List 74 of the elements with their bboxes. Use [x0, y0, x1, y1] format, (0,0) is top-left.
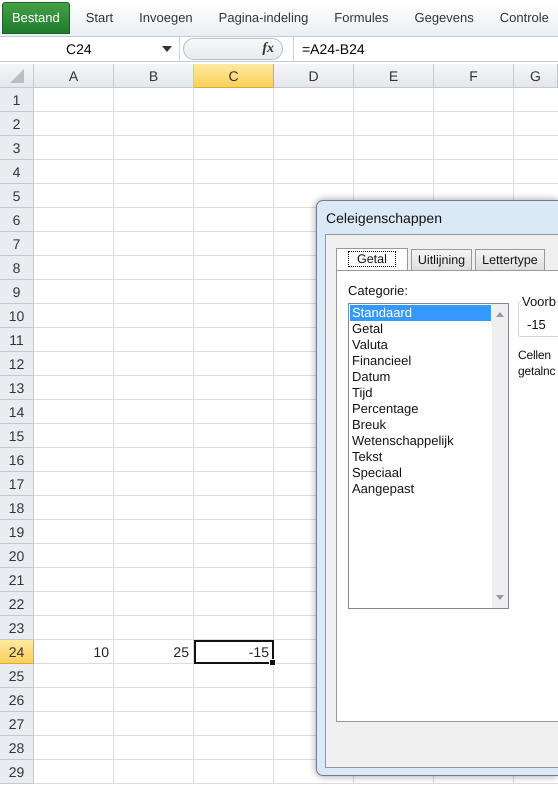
column-header[interactable]: A — [34, 64, 114, 88]
ribbon-tab[interactable]: Formules — [321, 3, 402, 33]
row-header[interactable]: 6 — [0, 208, 34, 232]
category-label: Categorie: — [348, 283, 409, 298]
row-header[interactable]: 23 — [0, 616, 34, 640]
column-header[interactable]: E — [354, 64, 434, 88]
name-box[interactable]: C24 — [0, 37, 180, 61]
row-header[interactable]: 5 — [0, 184, 34, 208]
scrollbar[interactable] — [492, 304, 508, 608]
sample-value: -15 — [527, 317, 546, 332]
row-header[interactable]: 11 — [0, 328, 34, 352]
dialog-tab[interactable]: Uitlijning — [410, 249, 472, 270]
description-line: getalnc — [518, 363, 556, 379]
row-header[interactable]: 14 — [0, 400, 34, 424]
insert-function-button[interactable]: fx — [183, 38, 283, 60]
row-header[interactable]: 26 — [0, 688, 34, 712]
list-item[interactable]: Getal — [350, 321, 491, 337]
list-item[interactable]: Speciaal — [350, 465, 491, 481]
row-header[interactable]: 13 — [0, 376, 34, 400]
column-header[interactable]: D — [274, 64, 354, 88]
column-header[interactable]: C — [194, 64, 274, 88]
column-header[interactable]: B — [114, 64, 194, 88]
row-header[interactable]: 12 — [0, 352, 34, 376]
row-header[interactable]: 18 — [0, 496, 34, 520]
row-header[interactable]: 15 — [0, 424, 34, 448]
scroll-down-icon[interactable] — [496, 595, 504, 600]
list-item[interactable]: Percentage — [350, 401, 491, 417]
formula-field[interactable]: =A24-B24 — [293, 37, 558, 61]
file-tab[interactable]: Bestand — [2, 2, 70, 34]
row-header[interactable]: 3 — [0, 136, 34, 160]
dialog-title: Celeigenschappen — [325, 209, 443, 228]
list-item[interactable]: Breuk — [350, 417, 491, 433]
row-header[interactable]: 29 — [0, 760, 34, 784]
scroll-up-icon[interactable] — [496, 312, 504, 317]
ribbon-tab[interactable]: Pagina-indeling — [206, 3, 322, 33]
row-header[interactable]: 27 — [0, 712, 34, 736]
description-line: Cellen — [518, 347, 552, 363]
row-header[interactable]: 8 — [0, 256, 34, 280]
row-header[interactable]: 1 — [0, 88, 34, 112]
list-item[interactable]: Valuta — [350, 337, 491, 353]
dropdown-caret-icon[interactable] — [162, 46, 172, 52]
list-item[interactable]: Financieel — [350, 353, 491, 369]
table-cell[interactable]: 10 — [34, 640, 114, 664]
select-all-icon[interactable] — [10, 68, 24, 82]
row-header[interactable]: 10 — [0, 304, 34, 328]
ribbon-tab[interactable]: Controle — [486, 3, 558, 33]
row-header[interactable]: 20 — [0, 544, 34, 568]
row-header[interactable]: 2 — [0, 112, 34, 136]
list-item[interactable]: Wetenschappelijk — [350, 433, 491, 449]
dialog-tab[interactable]: Getal — [336, 248, 408, 270]
row-header[interactable]: 28 — [0, 736, 34, 760]
table-cell[interactable]: 25 — [114, 640, 194, 664]
row-header[interactable]: 21 — [0, 568, 34, 592]
row-header[interactable]: 4 — [0, 160, 34, 184]
list-item[interactable]: Tekst — [350, 449, 491, 465]
row-header[interactable]: 16 — [0, 448, 34, 472]
list-item[interactable]: Tijd — [350, 385, 491, 401]
table-cell[interactable]: -15 — [194, 640, 274, 664]
list-item[interactable]: Aangepast — [350, 481, 491, 497]
row-header[interactable]: 19 — [0, 520, 34, 544]
row-header[interactable]: 7 — [0, 232, 34, 256]
group-legend: Voorb — [521, 294, 557, 309]
ribbon-tab[interactable]: Start — [72, 3, 126, 33]
row-header[interactable]: 24 — [0, 640, 34, 664]
column-header[interactable]: F — [434, 64, 514, 88]
dialog-tab[interactable]: Lettertype — [475, 249, 545, 270]
ribbon-tab[interactable]: Gegevens — [401, 3, 487, 33]
row-header[interactable]: 22 — [0, 592, 34, 616]
row-header[interactable]: 17 — [0, 472, 34, 496]
ribbon-tab[interactable]: Invoegen — [126, 3, 206, 33]
row-header[interactable]: 9 — [0, 280, 34, 304]
column-header[interactable]: G — [514, 64, 558, 88]
row-header[interactable]: 25 — [0, 664, 34, 688]
list-item[interactable]: Datum — [350, 369, 491, 385]
